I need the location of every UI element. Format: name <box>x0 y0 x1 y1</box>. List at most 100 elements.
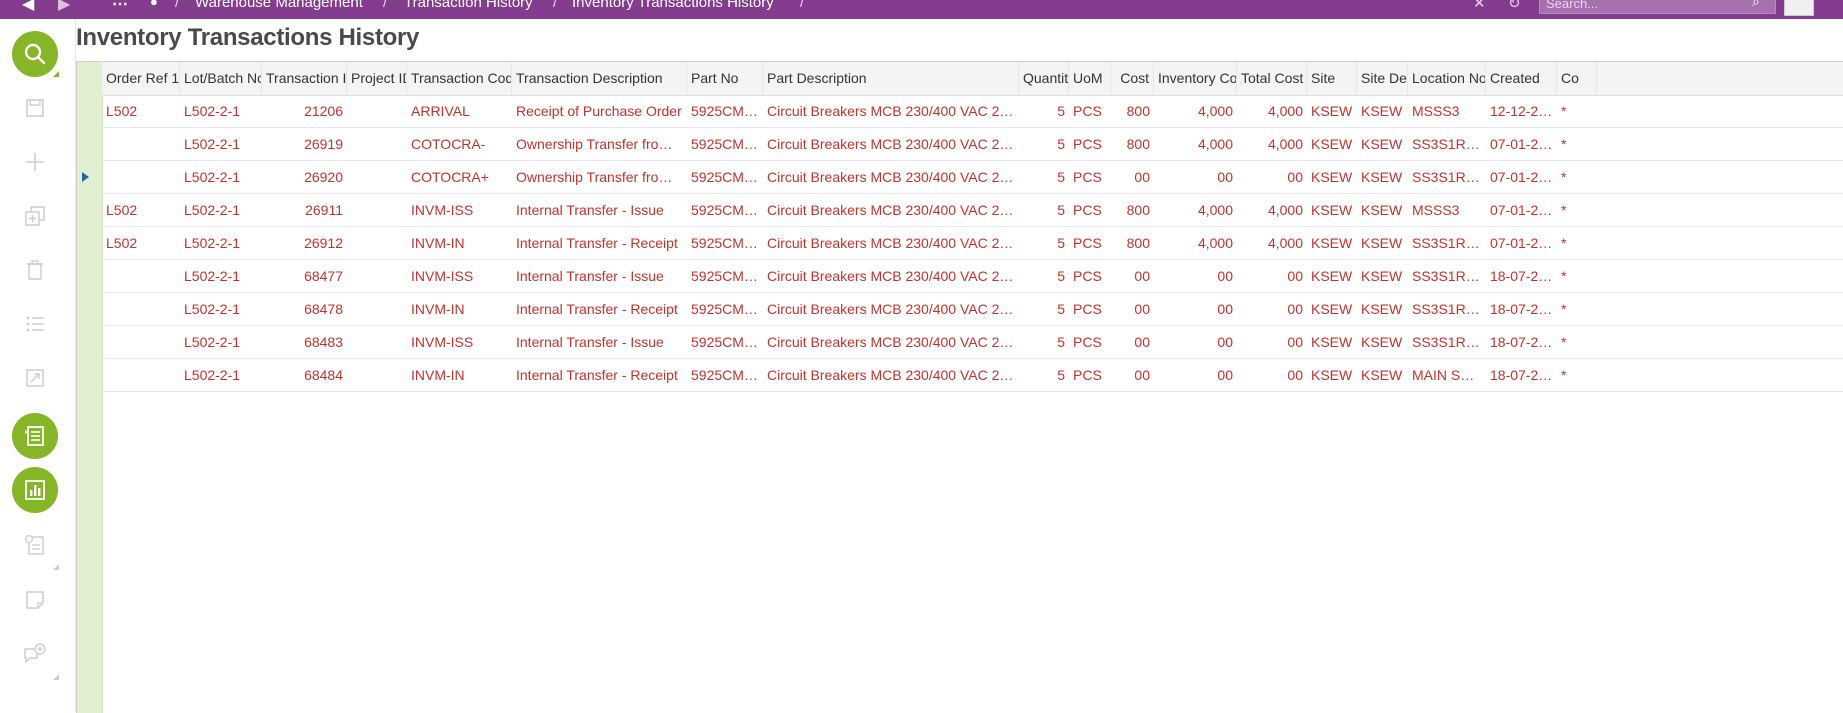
close-icon[interactable]: ✕ <box>1473 0 1486 12</box>
cell-transaction-id: 68477 <box>304 268 343 284</box>
column-header-created[interactable]: Created <box>1486 62 1557 95</box>
cell-part-no: 5925CMCB... <box>691 169 763 185</box>
search-options-indicator[interactable] <box>53 71 59 77</box>
cell-cost: 00 <box>1134 367 1150 383</box>
cell-transaction-id: 26920 <box>304 169 343 185</box>
save-button[interactable] <box>12 85 58 131</box>
table-row[interactable]: L502 L502-2-1 21206 ARRIVAL Receipt of Purch… <box>102 95 1843 128</box>
table-row[interactable]: L502 L502-2-1 26911 INVM-ISS Internal Transf… <box>102 194 1843 227</box>
cell-transaction-description: Internal Transfer - Receipt <box>516 235 678 251</box>
cell-order-ref-1 <box>102 260 180 292</box>
cell-project-id <box>347 293 407 325</box>
cell-total-cost: 00 <box>1287 301 1303 317</box>
column-header-project-id[interactable]: Project ID <box>347 62 407 95</box>
cell-inventory-cost: 4,000 <box>1197 136 1233 152</box>
breadcrumb-inventory-transactions-history[interactable]: Inventory Transactions History <box>572 0 774 11</box>
cell-created: 07-01-2025 <box>1490 136 1557 152</box>
cell-location-no: MSSS3 <box>1412 202 1460 218</box>
chart-button[interactable] <box>12 467 58 513</box>
table-row[interactable]: L502-2-1 68483 INVM-ISS Internal Transfer -… <box>102 326 1843 359</box>
cell-site-desc: KSEW <box>1361 268 1403 284</box>
cell-transaction-description: Ownership Transfer from Co... <box>516 169 687 185</box>
home-icon[interactable]: ● <box>150 0 158 9</box>
cell-site-desc: KSEW <box>1361 235 1403 251</box>
column-header-total-cost[interactable]: Total Cost <box>1237 62 1307 95</box>
cell-total-cost: 4,000 <box>1267 202 1303 218</box>
report-button[interactable] <box>12 413 58 459</box>
cell-cost: 00 <box>1134 169 1150 185</box>
cell-part-no: 5925CMCB... <box>691 268 763 284</box>
table-row[interactable]: L502 L502-2-1 26912 INVM-IN Internal Transfe… <box>102 227 1843 260</box>
cell-site-desc: KSEW <box>1361 367 1403 383</box>
column-header-transaction-id[interactable]: Transaction ID <box>262 62 347 95</box>
cell-part-description: Circuit Breakers MCB 230/400 VAC 20A ... <box>767 103 1019 119</box>
cell-project-id <box>347 194 407 226</box>
table-row[interactable]: L502-2-1 26920 COTOCRA+ Ownership Transfer … <box>102 161 1843 194</box>
add-button[interactable] <box>12 139 58 185</box>
duplicate-button[interactable] <box>12 193 58 239</box>
notes-button[interactable] <box>12 577 58 623</box>
column-header-transaction-code[interactable]: Transaction Code <box>407 62 512 95</box>
column-header-site[interactable]: Site <box>1307 62 1357 95</box>
column-header-location-no[interactable]: Location No <box>1408 62 1486 95</box>
search-button[interactable] <box>12 31 58 77</box>
cell-transaction-id: 26911 <box>305 202 343 218</box>
table-row[interactable]: L502-2-1 68477 INVM-ISS Internal Transfer -… <box>102 260 1843 293</box>
cell-co: * <box>1561 367 1567 383</box>
search-icon[interactable]: ⌕ <box>1752 0 1760 10</box>
comment-options-indicator[interactable] <box>53 674 59 680</box>
add-comment-icon <box>24 643 46 664</box>
app-menu-icon[interactable]: ⋯ <box>112 0 129 14</box>
column-header-quantity[interactable]: Quantity <box>1019 62 1069 95</box>
cell-uom: PCS <box>1073 169 1102 185</box>
table-row[interactable]: L502-2-1 68478 INVM-IN Internal Transfer - … <box>102 293 1843 326</box>
cell-uom: PCS <box>1073 235 1102 251</box>
refresh-icon[interactable]: ↻ <box>1508 0 1521 12</box>
cell-lot-batch-no: L502-2-1 <box>184 169 241 185</box>
cell-part-no: 5925CMCB... <box>691 202 763 218</box>
column-header-co[interactable]: Co <box>1557 62 1597 95</box>
cell-site: KSEW <box>1311 235 1353 251</box>
cell-lot-batch-no: L502-2-1 <box>184 103 241 119</box>
cell-transaction-description: Internal Transfer - Issue <box>516 202 664 218</box>
forward-icon[interactable]: ▶ <box>58 0 70 14</box>
cell-location-no: SS3S1R2A2 <box>1412 235 1486 251</box>
cell-order-ref-1 <box>102 128 180 160</box>
back-icon[interactable]: ◀ <box>22 0 34 14</box>
column-header-order-ref-1[interactable]: Order Ref 1 <box>102 62 180 95</box>
cell-cost: 800 <box>1126 103 1150 119</box>
column-header-lot-batch-no[interactable]: Lot/Batch No <box>180 62 262 95</box>
cell-transaction-description: Internal Transfer - Issue <box>516 334 664 350</box>
cell-co: * <box>1561 301 1567 317</box>
cell-transaction-code: INVM-IN <box>411 367 465 383</box>
cell-part-description: Circuit Breakers MCB 230/400 VAC 20A ... <box>767 268 1019 284</box>
cell-part-no: 5925CMCB... <box>691 367 763 383</box>
search-input[interactable]: Search... <box>1539 0 1776 14</box>
cell-uom: PCS <box>1073 202 1102 218</box>
column-header-inventory-cost[interactable]: Inventory Cost <box>1154 62 1237 95</box>
information-button[interactable] <box>12 522 58 568</box>
command-rail <box>0 19 76 712</box>
add-comment-button[interactable] <box>12 631 58 677</box>
breadcrumb-transaction-history[interactable]: Transaction History <box>404 0 533 11</box>
chevron-right-icon: / <box>175 0 180 11</box>
open-link-button[interactable] <box>12 355 58 401</box>
column-header-transaction-description[interactable]: Transaction Description <box>512 62 687 95</box>
breadcrumb-warehouse-management[interactable]: Warehouse Management <box>195 0 363 11</box>
table-row[interactable]: L502-2-1 26919 COTOCRA- Ownership Transfer … <box>102 128 1843 161</box>
column-header-part-no[interactable]: Part No <box>687 62 763 95</box>
cell-part-no: 5925CMCB... <box>691 103 763 119</box>
avatar[interactable] <box>1784 0 1814 16</box>
column-header-part-description[interactable]: Part Description <box>763 62 1019 95</box>
list-button[interactable] <box>12 301 58 347</box>
external-link-icon <box>26 369 44 387</box>
column-header-uom[interactable]: UoM <box>1069 62 1111 95</box>
cell-lot-batch-no: L502-2-1 <box>184 235 241 251</box>
column-header-site-desc[interactable]: Site Desc <box>1357 62 1408 95</box>
table-row[interactable]: L502-2-1 68484 INVM-IN Internal Transfer - … <box>102 359 1843 392</box>
cell-site-desc: KSEW <box>1361 202 1403 218</box>
information-options-indicator[interactable] <box>53 564 59 570</box>
cell-created: 18-07-2025 <box>1490 301 1557 317</box>
delete-button[interactable] <box>12 247 58 293</box>
column-header-cost[interactable]: Cost <box>1111 62 1154 95</box>
